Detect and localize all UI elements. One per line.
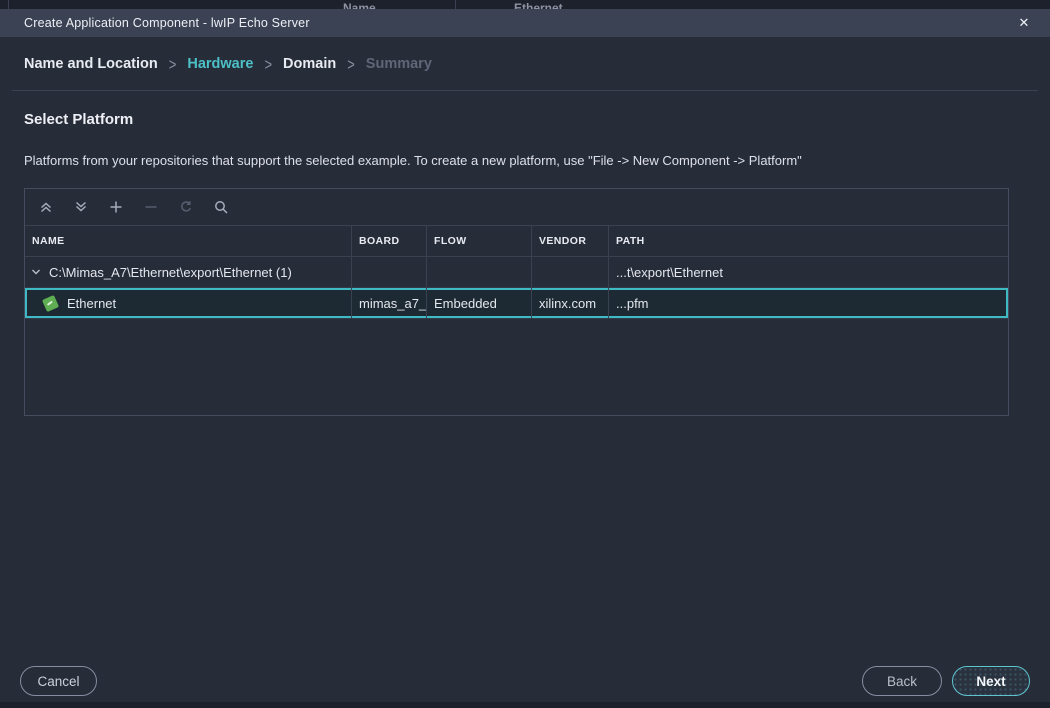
platform-name-cell: Ethernet: [25, 288, 351, 318]
chevron-right-icon: >: [264, 55, 272, 74]
step-hardware[interactable]: Hardware: [187, 56, 253, 72]
chevron-down-icon[interactable]: [30, 266, 42, 278]
dialog-title: Create Application Component - lwIP Echo…: [24, 16, 310, 30]
column-header-name[interactable]: NAME: [25, 226, 351, 256]
chevron-right-icon: >: [169, 55, 177, 74]
section-description: Platforms from your repositories that su…: [24, 153, 802, 168]
platform-table-panel: NAME BOARD FLOW VENDOR PATH C:\Mimas_A7\…: [24, 188, 1009, 416]
step-summary: Summary: [366, 56, 432, 72]
background-column-divider: [455, 0, 456, 9]
background-app-strip-top: Name Ethernet: [0, 0, 1050, 9]
table-row-platform-ethernet[interactable]: Ethernet mimas_a7_5 Embedded xilinx.com …: [25, 288, 1008, 319]
step-domain[interactable]: Domain: [283, 56, 336, 72]
background-text-fragment: Name: [343, 1, 376, 9]
expand-all-icon[interactable]: [69, 195, 93, 219]
create-application-component-dialog: Create Application Component - lwIP Echo…: [0, 9, 1050, 702]
platform-board-cell: mimas_a7_5: [351, 288, 426, 318]
page-title: Select Platform: [24, 111, 133, 128]
table-toolbar: [25, 189, 1008, 226]
column-header-board[interactable]: BOARD: [351, 226, 426, 256]
close-icon[interactable]: ✕: [1014, 13, 1034, 33]
group-flow-cell: [426, 257, 531, 287]
group-path-label: C:\Mimas_A7\Ethernet\export\Ethernet (1): [49, 265, 292, 280]
platform-vendor-cell: xilinx.com: [531, 288, 608, 318]
step-name-and-location[interactable]: Name and Location: [24, 56, 158, 72]
background-text-fragment: Ethernet: [514, 1, 563, 9]
dialog-titlebar: Create Application Component - lwIP Echo…: [0, 9, 1050, 37]
group-path-cell: ...t\export\Ethernet: [608, 257, 1008, 287]
background-app-strip-bottom: [0, 702, 1050, 708]
platform-name-label: Ethernet: [67, 296, 116, 311]
group-vendor-cell: [531, 257, 608, 287]
back-button[interactable]: Back: [862, 666, 942, 696]
platform-flow-cell: Embedded: [426, 288, 531, 318]
cancel-button[interactable]: Cancel: [20, 666, 97, 696]
table-row-group[interactable]: C:\Mimas_A7\Ethernet\export\Ethernet (1)…: [25, 257, 1008, 288]
column-header-flow[interactable]: FLOW: [426, 226, 531, 256]
add-icon[interactable]: [104, 195, 128, 219]
wizard-steps: Name and Location > Hardware > Domain > …: [24, 56, 432, 72]
group-name-cell: C:\Mimas_A7\Ethernet\export\Ethernet (1): [25, 257, 351, 287]
background-column-divider: [8, 0, 9, 9]
header-divider: [12, 90, 1038, 91]
platform-icon: [42, 294, 59, 311]
group-board-cell: [351, 257, 426, 287]
next-button[interactable]: Next: [952, 666, 1030, 696]
remove-icon: [139, 195, 163, 219]
column-header-vendor[interactable]: VENDOR: [531, 226, 608, 256]
search-icon[interactable]: [209, 195, 233, 219]
chevron-right-icon: >: [347, 55, 355, 74]
platform-path-cell: ...pfm: [608, 288, 1008, 318]
collapse-all-icon[interactable]: [34, 195, 58, 219]
refresh-icon: [174, 195, 198, 219]
column-header-path[interactable]: PATH: [608, 226, 1008, 256]
table-header-row: NAME BOARD FLOW VENDOR PATH: [25, 226, 1008, 257]
